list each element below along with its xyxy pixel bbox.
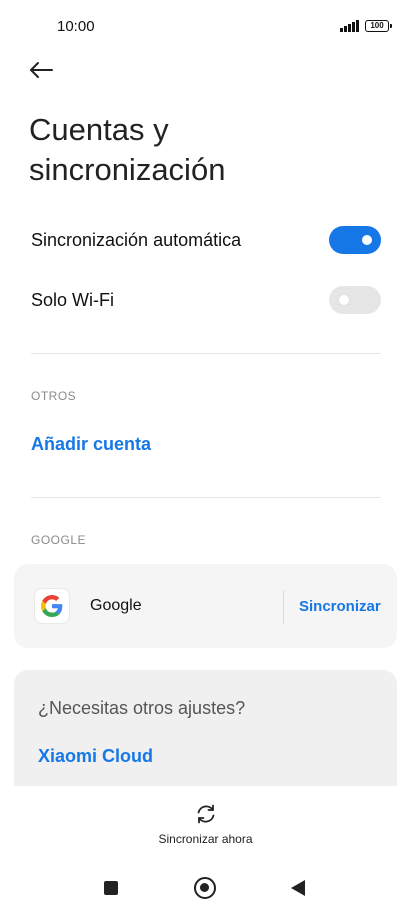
auto-sync-row[interactable]: Sincronización automática [31, 220, 381, 260]
section-header-others: OTROS [31, 389, 77, 403]
sync-now-button[interactable]: Sincronizar ahora [0, 802, 411, 846]
sync-now-label: Sincronizar ahora [158, 832, 253, 846]
wifi-only-toggle[interactable] [329, 286, 381, 314]
home-button[interactable] [194, 877, 216, 899]
wifi-only-row[interactable]: Solo Wi-Fi [31, 280, 381, 320]
status-time: 10:00 [57, 18, 95, 35]
back-button[interactable] [28, 56, 56, 84]
sync-button[interactable]: Sincronizar [299, 598, 381, 615]
wifi-only-label: Solo Wi-Fi [31, 289, 115, 310]
google-account-name: Google [90, 597, 142, 614]
status-bar: 10:00 100 [0, 0, 411, 52]
system-back-button[interactable] [291, 880, 305, 896]
toggle-knob [362, 235, 372, 245]
signal-icon [340, 20, 359, 32]
toggle-knob [338, 294, 350, 306]
recents-button[interactable] [104, 881, 118, 895]
page-title: Cuentas y sincronización [29, 110, 225, 190]
add-account-link[interactable]: Añadir cuenta [31, 434, 151, 455]
status-icons: 100 [340, 20, 392, 32]
section-header-google: GOOGLE [31, 533, 87, 547]
page-title-line1: Cuentas y [29, 112, 169, 147]
xiaomi-cloud-link[interactable]: Xiaomi Cloud [38, 746, 153, 767]
battery-level: 100 [370, 21, 384, 30]
sync-icon [197, 804, 214, 824]
divider [31, 353, 381, 354]
card-divider [283, 590, 284, 624]
google-account-card[interactable]: Google Sincronizar [14, 564, 397, 648]
back-arrow-icon [30, 62, 53, 78]
more-settings-title: ¿Necesitas otros ajustes? [38, 698, 246, 718]
battery-icon: 100 [365, 20, 392, 32]
system-navigation-bar [0, 876, 411, 900]
auto-sync-toggle[interactable] [329, 226, 381, 254]
divider [31, 497, 381, 498]
auto-sync-label: Sincronización automática [31, 229, 242, 250]
google-icon [34, 588, 70, 624]
page-title-line2: sincronización [29, 152, 226, 187]
